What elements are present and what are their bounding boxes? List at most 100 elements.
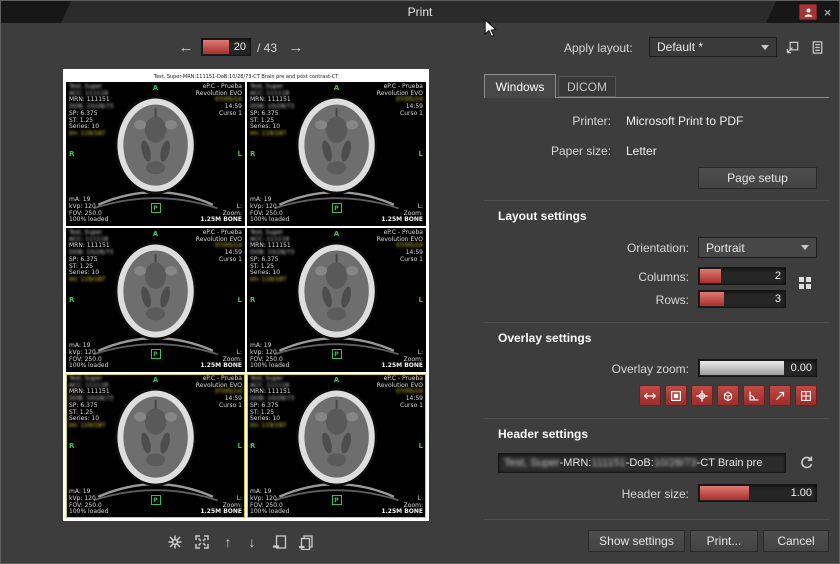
orientation-marker: R [69,296,74,304]
overlay-text-tr: eP.C - PruebaRevolution EVO07/05/1414:59… [377,230,423,264]
overlay-crosshair-button[interactable] [691,385,713,406]
header-text-segment: -DoB: [626,457,654,469]
save-layout-button[interactable] [782,37,803,57]
overlay-annotation-icon [773,389,787,403]
columns-slider[interactable]: 2 [698,267,786,285]
overlay-frame-icon [669,389,683,403]
overlay-angle-button[interactable] [743,385,765,406]
orientation-marker: L [419,442,423,450]
rows-value: 3 [775,291,781,307]
print-cell[interactable]: Test, SuperACC: 111118MRN: 111151DOB: 10… [66,228,245,372]
header-text-input[interactable]: Test, Super-MRN:111151-DoB:10/28/73-CT B… [498,453,786,473]
header-settings-heading: Header settings [498,427,588,441]
overlay-text-br: L:Zoom:1.25M BONE [200,496,242,516]
apply-layout-select[interactable]: Default * [649,37,777,57]
overlay-text-bl: mA: 19kVp: 120FOV: 250.0100% loaded [250,343,289,370]
paper-size-value: Letter [626,144,657,158]
user-icon [803,7,814,18]
header-text-segment: -MRN: [560,457,592,469]
chevron-down-icon [801,245,809,250]
overlay-text-br: L:Zoom:1.25M BONE [200,350,242,370]
remove-page-button[interactable] [268,531,292,553]
header-size-fill [700,486,749,500]
overlay-text-bl: mA: 19kVp: 120FOV: 250.0100% loaded [250,489,289,516]
orientation-marker: L [419,150,423,158]
orientation-marker: R [69,442,74,450]
overlay-cube-icon [721,389,735,403]
overlay-zoom-slider[interactable]: 0.00 [698,359,817,377]
overlay-text-tl: Test, SuperACC: 111118MRN: 111151DOB: 10… [250,376,294,430]
header-size-slider[interactable]: 1.00 [698,484,817,502]
print-cell[interactable]: Test, SuperACC: 111118MRN: 111151DOB: 10… [247,228,426,372]
overlay-text-tr: eP.C - PruebaRevolution EVO07/05/1414:59… [196,84,242,118]
close-button[interactable]: × [819,4,836,20]
print-preview-page: Test, Super-MRN:111151-DoB:10/28/73-CT B… [63,69,429,521]
previous-page-button[interactable]: ← [175,37,197,57]
print-cell[interactable]: Test, SuperACC: 111118MRN: 111151DOB: 10… [66,374,245,518]
move-page-up-button[interactable]: ↑ [217,531,239,553]
next-page-button[interactable]: → [285,37,307,57]
preview-page-header: Test, Super-MRN:111151-DoB:10/28/73-CT B… [66,72,426,82]
tab-dicom[interactable]: DICOM [558,76,616,97]
rows-fill [700,292,724,306]
show-settings-button[interactable]: Show settings [588,530,685,552]
overlay-text-tl: Test, SuperACC: 111118MRN: 111151DOB: 10… [69,230,113,284]
print-cell[interactable]: Test, SuperACC: 111118MRN: 111151DOB: 10… [247,374,426,518]
print-cell[interactable]: Test, SuperACC: 111118MRN: 111151DOB: 10… [247,82,426,226]
overlay-text-bl: mA: 19kVp: 120FOV: 250.0100% loaded [69,343,108,370]
paper-size-label: Paper size: [521,144,611,158]
remove-all-pages-button[interactable] [294,531,318,553]
print-button[interactable]: Print... [690,530,758,552]
overlay-text-br: L:Zoom:1.25M BONE [200,204,242,224]
columns-fill [700,269,721,283]
orientation-marker: L [238,442,242,450]
overlay-text-tl: Test, SuperACC: 111118MRN: 111151DOB: 10… [250,84,294,138]
columns-label: Columns: [561,270,689,284]
grid-layout-button[interactable] [793,271,817,295]
overlay-zoom-fill [700,361,784,375]
orientation-marker: P [332,495,342,505]
orientation-marker: L [238,150,242,158]
overlay-text-br: L:Zoom:1.25M BONE [381,204,423,224]
overlay-annotation-button[interactable] [769,385,791,406]
print-dialog: Print × ← 20 / 43 → Apply layout: Defaul… [0,0,840,564]
fit-to-screen-icon [194,534,210,550]
apply-layout-label: Apply layout: [564,41,633,55]
grid-layout-icon [797,275,813,291]
orientation-marker: L [419,296,423,304]
printer-label: Printer: [521,114,611,128]
overlay-fit-button[interactable] [639,385,661,406]
overlay-frame-button[interactable] [665,385,687,406]
orientation-select[interactable]: Portrait [698,237,817,258]
orientation-marker: A [334,230,339,238]
page-number-value: 20 [234,39,246,55]
tab-dicom-label: DICOM [567,80,607,94]
orientation-marker: R [250,296,255,304]
overlay-grid-icon [799,389,813,403]
move-page-down-button[interactable]: ↓ [241,531,263,553]
refresh-header-button[interactable] [794,451,820,475]
user-report-button[interactable] [799,4,817,20]
layout-list-button[interactable] [807,37,828,57]
window-title: Print [1,5,839,19]
page-setup-button[interactable]: Page setup [698,167,817,189]
rows-slider[interactable]: 3 [698,290,786,308]
titlebar: Print × [1,1,839,23]
page-total-label: / 43 [257,41,277,55]
fit-to-screen-button[interactable] [190,531,214,553]
orientation-marker: P [332,203,342,213]
overlay-text-br: L:Zoom:1.25M BONE [381,496,423,516]
overlay-grid-button[interactable] [795,385,817,406]
auto-fit-icon [167,534,183,550]
tab-windows-label: Windows [496,80,545,94]
separator [484,322,829,323]
print-cell[interactable]: Test, SuperACC: 111118MRN: 111151DOB: 10… [66,82,245,226]
orientation-marker: P [151,349,161,359]
overlay-cube-button[interactable] [717,385,739,406]
cancel-button[interactable]: Cancel [763,530,829,552]
auto-fit-button[interactable] [163,531,187,553]
page-number-input[interactable]: 20 [201,38,251,56]
tab-windows[interactable]: Windows [484,74,556,98]
rows-label: Rows: [561,293,689,307]
overlay-crosshair-icon [695,389,709,403]
